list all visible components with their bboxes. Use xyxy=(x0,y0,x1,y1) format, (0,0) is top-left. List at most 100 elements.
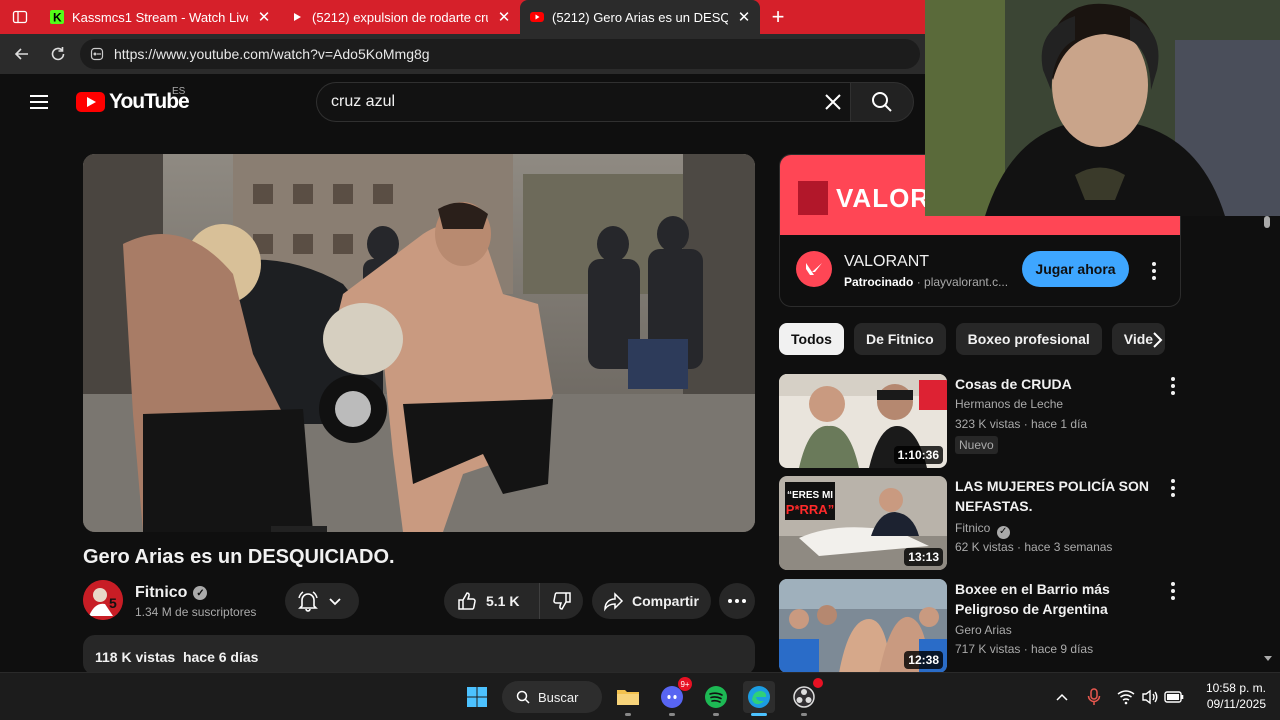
reload-icon xyxy=(51,47,65,61)
channel-name[interactable]: Fitnico ✓ xyxy=(135,584,208,602)
tab-title: (5212) Gero Arias es un DESQUICI xyxy=(552,9,728,25)
view-count: 118 K vistas xyxy=(95,649,176,665)
clear-search-icon[interactable] xyxy=(822,91,844,113)
video-thumbnail[interactable]: 12:38 xyxy=(779,579,947,673)
avatar-image: 5 xyxy=(83,580,123,620)
channel-avatar[interactable]: 5 xyxy=(83,580,123,620)
search-icon xyxy=(872,92,892,112)
active-indicator xyxy=(751,713,767,716)
country-code: ES xyxy=(172,86,186,97)
spotify-button[interactable] xyxy=(700,681,732,716)
play-now-button[interactable]: Jugar ahora xyxy=(1022,251,1129,287)
microphone-button[interactable] xyxy=(1084,687,1104,707)
search-input[interactable]: cruz azul xyxy=(316,82,850,122)
taskbar-search-label: Buscar xyxy=(538,689,579,705)
svg-text:K: K xyxy=(53,11,62,25)
browser-tab-youtube-active[interactable]: (5212) Gero Arias es un DESQUICI ✕ xyxy=(520,0,760,34)
reload-button[interactable] xyxy=(44,40,72,68)
taskbar-search[interactable]: Buscar xyxy=(502,681,602,713)
recommended-video[interactable]: 1:10:36 Cosas de CRUDA Hermanos de Leche… xyxy=(779,374,1179,470)
recommended-stats: 717 K vistas · hace 9 días xyxy=(955,642,1094,656)
volume-button[interactable] xyxy=(1140,687,1160,707)
obs-icon xyxy=(793,686,815,708)
description-box[interactable]: 118 K vistas hace 6 días xyxy=(83,635,755,675)
video-options-icon[interactable] xyxy=(1163,376,1183,396)
video-player[interactable] xyxy=(83,154,755,532)
video-thumbnail[interactable]: “ERES MI P*RRA” 13:13 xyxy=(779,476,947,570)
spotify-icon xyxy=(705,686,727,708)
tab-close-button[interactable]: ✕ xyxy=(256,8,272,26)
scrollbar-thumb[interactable] xyxy=(1264,216,1270,228)
scroll-down-icon[interactable] xyxy=(1264,654,1272,662)
recommended-channel[interactable]: Gero Arias xyxy=(955,621,1012,639)
chip-all[interactable]: Todos xyxy=(779,323,844,355)
channel-name-text: Fitnico xyxy=(135,584,188,601)
tab-actions-icon xyxy=(12,10,28,24)
verified-icon: ✓ xyxy=(996,525,1010,539)
video-duration: 1:10:36 xyxy=(893,446,943,464)
like-dislike-group: 5.1 K xyxy=(444,583,583,619)
share-icon xyxy=(604,592,624,612)
search-icon xyxy=(516,690,530,704)
browser-tab-kick[interactable]: K Kassmcs1 Stream - Watch Live on ✕ xyxy=(40,0,280,34)
battery-icon xyxy=(1164,691,1184,703)
subscriber-count: 1.34 M de suscriptores xyxy=(135,605,257,619)
recommended-channel[interactable]: Fitnico ✓ xyxy=(955,519,1010,539)
windows-icon xyxy=(467,687,487,707)
ad-options-icon[interactable] xyxy=(1144,261,1164,281)
chevron-right-icon[interactable] xyxy=(1146,329,1168,351)
edge-button[interactable] xyxy=(743,681,775,716)
back-button[interactable] xyxy=(8,40,36,68)
filter-chips: Todos De Fitnico Boxeo profesional Vide xyxy=(779,323,1179,355)
view-count: 717 K vistas xyxy=(955,642,1021,656)
discord-button[interactable]: 9+ xyxy=(656,677,692,716)
recommended-title[interactable]: Cosas de CRUDA xyxy=(955,374,1155,394)
discord-notification-badge: 9+ xyxy=(678,677,692,691)
channel-name-text: Fitnico xyxy=(955,521,991,535)
screen: K Kassmcs1 Stream - Watch Live on ✕ (521… xyxy=(0,0,1280,720)
recommended-channel[interactable]: Hermanos de Leche xyxy=(955,395,1063,413)
battery-button[interactable] xyxy=(1164,687,1184,707)
recommended-title[interactable]: LAS MUJERES POLICÍA SON NEFASTAS. xyxy=(955,476,1155,516)
ad-domain: playvalorant.c... xyxy=(924,275,1009,289)
video-options-icon[interactable] xyxy=(1163,581,1183,601)
search-button[interactable] xyxy=(850,82,914,122)
share-button[interactable]: Compartir xyxy=(592,583,711,619)
ad-advertiser-name: VALORANT xyxy=(844,253,930,270)
like-button[interactable]: 5.1 K xyxy=(444,583,540,619)
tab-close-button[interactable]: ✕ xyxy=(736,8,752,26)
wifi-button[interactable] xyxy=(1116,687,1136,707)
file-explorer-button[interactable] xyxy=(612,681,644,716)
svg-text:5: 5 xyxy=(109,595,117,611)
video-duration: 13:13 xyxy=(904,548,943,566)
ad-sponsor-line: Patrocinado · playvalorant.c... xyxy=(844,275,1008,289)
tab-close-button[interactable]: ✕ xyxy=(496,8,512,26)
system-clock[interactable]: 10:58 p. m. 09/11/2025 xyxy=(1196,680,1266,712)
show-hidden-icons-button[interactable] xyxy=(1052,687,1072,707)
video-frame xyxy=(83,154,755,532)
browser-tab-youtube-1[interactable]: (5212) expulsion de rodarte cruz a ✕ xyxy=(280,0,520,34)
webcam-image xyxy=(925,0,1280,216)
new-badge: Nuevo xyxy=(955,436,998,454)
video-thumbnail[interactable]: 1:10:36 xyxy=(779,374,947,468)
view-count: 62 K vistas xyxy=(955,540,1014,554)
dislike-button[interactable] xyxy=(540,590,583,612)
recommended-video[interactable]: “ERES MI P*RRA” 13:13 LAS MUJERES POLICÍ… xyxy=(779,476,1179,572)
chip-from-channel[interactable]: De Fitnico xyxy=(853,323,946,355)
obs-button[interactable] xyxy=(788,678,823,716)
video-options-icon[interactable] xyxy=(1163,478,1183,498)
recommended-video[interactable]: 12:38 Boxee en el Barrio más Peligroso d… xyxy=(779,579,1179,675)
notification-bell-button[interactable] xyxy=(285,583,359,619)
more-actions-button[interactable] xyxy=(719,583,755,619)
chip-pro-boxing[interactable]: Boxeo profesional xyxy=(955,323,1102,355)
tab-actions-button[interactable] xyxy=(0,0,40,34)
new-tab-button[interactable]: + xyxy=(760,0,796,34)
address-bar[interactable]: https://www.youtube.com/watch?v=Ado5KoMm… xyxy=(80,39,920,69)
valorant-icon[interactable] xyxy=(796,251,832,287)
thumbs-down-icon xyxy=(552,592,571,610)
recommended-title[interactable]: Boxee en el Barrio más Peligroso de Arge… xyxy=(955,579,1155,619)
start-button[interactable] xyxy=(461,681,493,713)
upload-age: hace 3 semanas xyxy=(1024,540,1113,554)
menu-icon[interactable] xyxy=(28,92,52,112)
youtube-play-icon xyxy=(76,92,105,112)
